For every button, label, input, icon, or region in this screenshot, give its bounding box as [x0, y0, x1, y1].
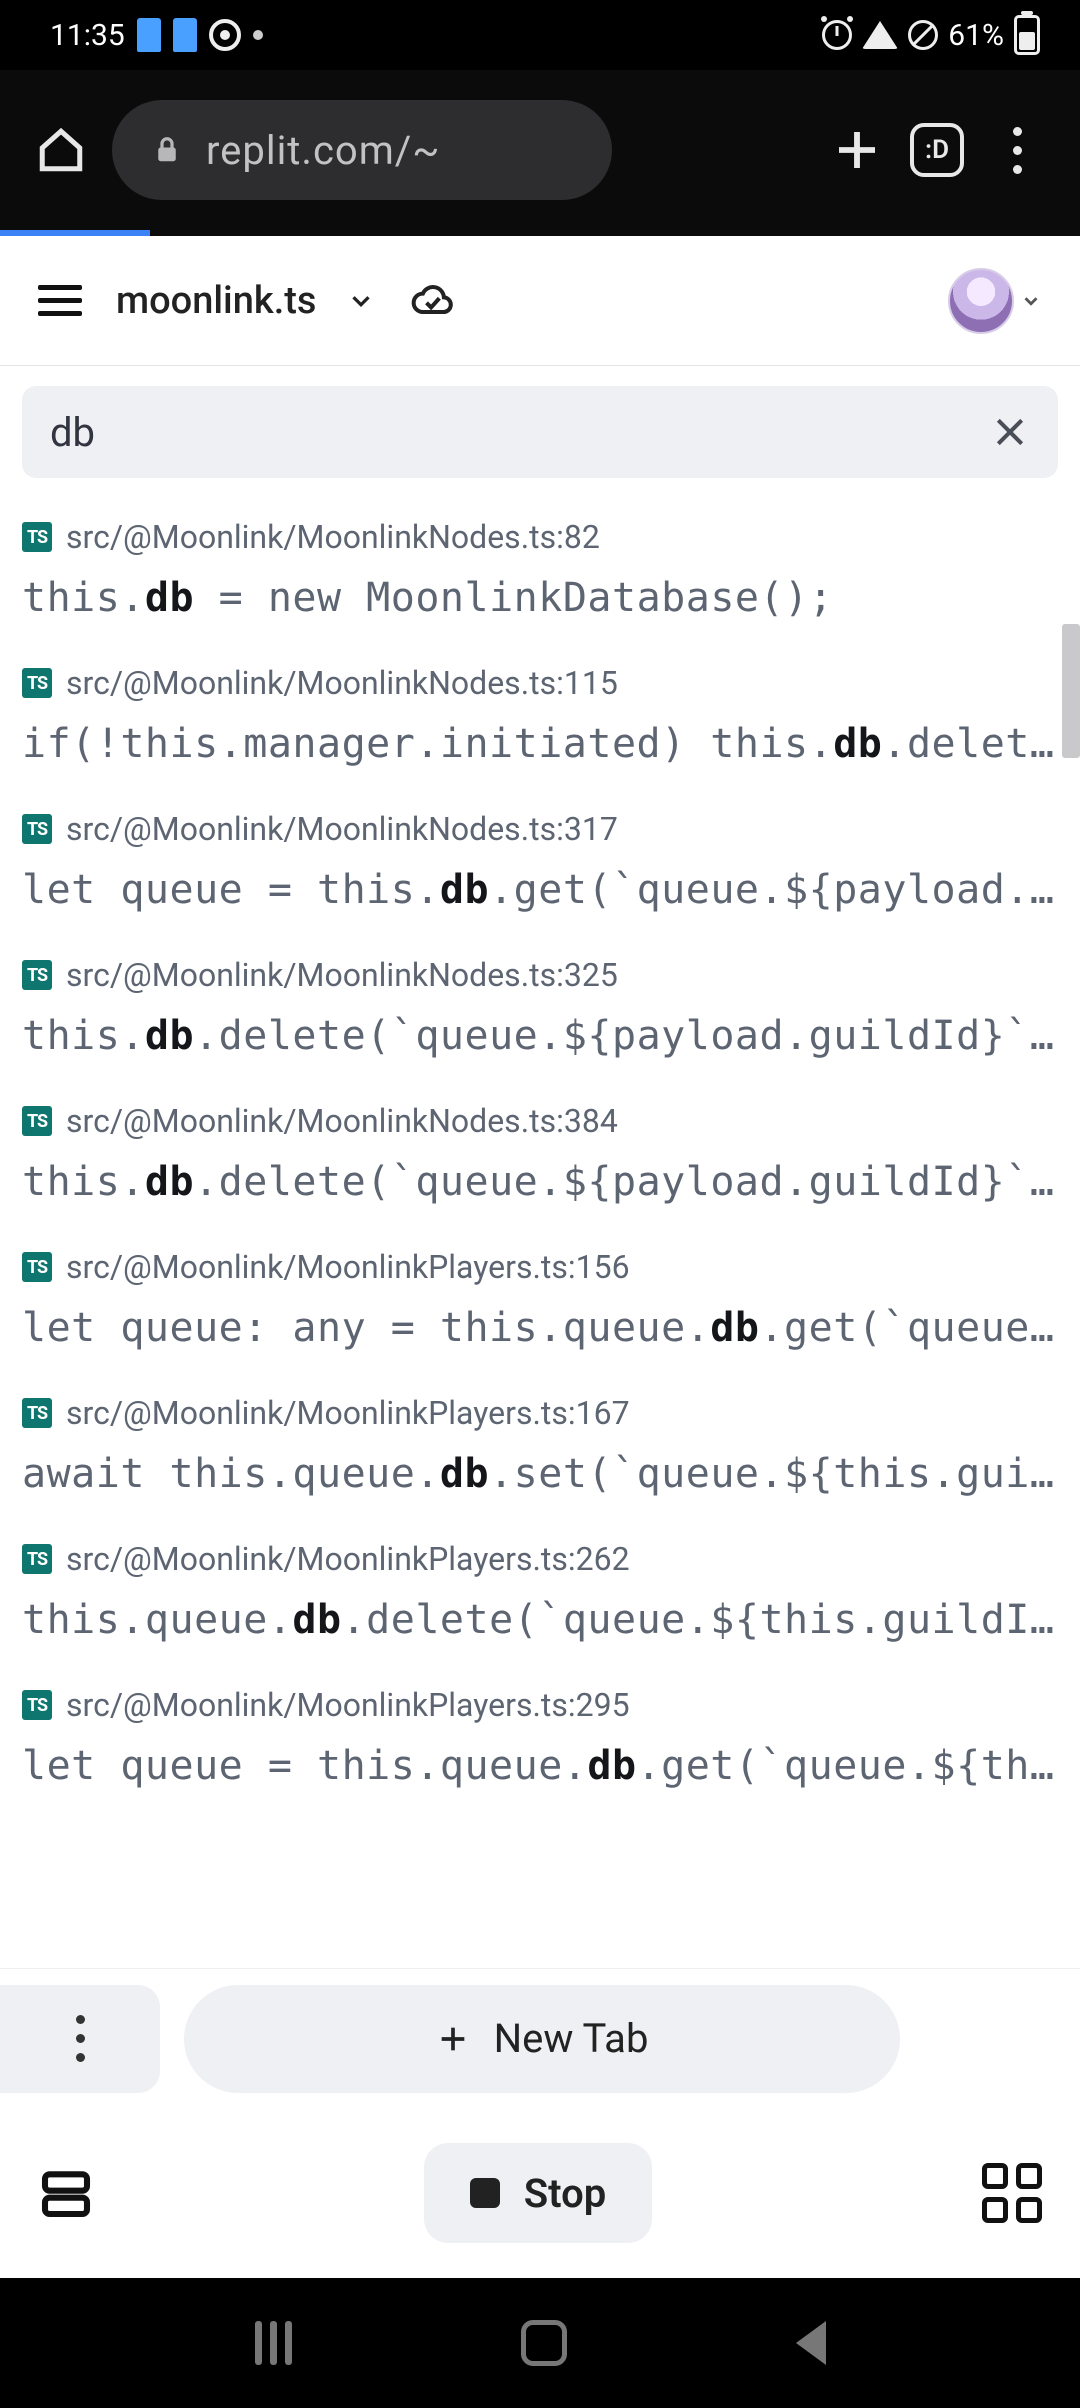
browser-toolbar: replit.com/~ :D [0, 70, 1080, 230]
app-indicator-icon [173, 18, 197, 52]
user-avatar[interactable] [948, 268, 1014, 334]
wifi-icon [862, 21, 898, 49]
browser-menu-button[interactable] [990, 123, 1044, 177]
search-result-item[interactable]: TS src/@Moonlink/MoonlinkNodes.ts:317 let … [22, 780, 1058, 926]
result-file-path: src/@Moonlink/MoonlinkPlayers.ts:156 [66, 1248, 630, 1286]
typescript-file-icon: TS [22, 1398, 52, 1428]
typescript-file-icon: TS [22, 1544, 52, 1574]
user-menu-chevron-icon[interactable] [1020, 290, 1042, 312]
result-file-path: src/@Moonlink/MoonlinkNodes.ts:317 [66, 810, 618, 848]
tabs-button[interactable]: :D [910, 123, 964, 177]
result-code-line: this.db.delete(`queue.${payload.guildId}… [22, 1010, 1058, 1062]
result-file-path: src/@Moonlink/MoonlinkPlayers.ts:167 [66, 1394, 630, 1432]
typescript-file-icon: TS [22, 1106, 52, 1136]
nav-home-button[interactable] [521, 2320, 567, 2366]
search-result-item[interactable]: TS src/@Moonlink/MoonlinkNodes.ts:325 this… [22, 926, 1058, 1072]
notification-dot-icon [253, 30, 263, 40]
result-file-path: src/@Moonlink/MoonlinkNodes.ts:325 [66, 956, 618, 994]
typescript-file-icon: TS [22, 1690, 52, 1720]
new-tab-label: New Tab [494, 2015, 649, 2062]
url-text: replit.com/~ [206, 127, 440, 174]
search-result-item[interactable]: TS src/@Moonlink/MoonlinkNodes.ts:82 this.… [22, 488, 1058, 634]
panels-button[interactable] [38, 2165, 94, 2221]
typescript-file-icon: TS [22, 960, 52, 990]
menu-button[interactable] [38, 285, 82, 316]
search-result-item[interactable]: TS src/@Moonlink/MoonlinkPlayers.ts:167 aw… [22, 1364, 1058, 1510]
result-code-line: let queue = this.db.get(`queue.${payload… [22, 864, 1058, 916]
result-file-path: src/@Moonlink/MoonlinkPlayers.ts:295 [66, 1686, 630, 1724]
url-bar[interactable]: replit.com/~ [112, 100, 612, 200]
search-query-text: db [50, 409, 990, 456]
result-code-line: let queue = this.queue.db.get(`queue.${t… [22, 1740, 1058, 1792]
search-input[interactable]: db [22, 386, 1058, 478]
editor-tab-bar: New Tab [0, 1968, 1080, 2108]
clear-search-button[interactable] [990, 412, 1030, 452]
battery-icon [1014, 15, 1040, 55]
lock-icon [152, 135, 182, 165]
app-indicator-icon [137, 18, 161, 52]
stop-label: Stop [524, 2170, 607, 2217]
current-file-name[interactable]: moonlink.ts [116, 279, 316, 323]
sync-status-icon[interactable] [410, 279, 454, 323]
alarm-icon [822, 20, 852, 50]
status-time: 11:35 [50, 18, 125, 53]
new-tab-button[interactable]: New Tab [184, 1985, 900, 2093]
new-tab-button[interactable] [830, 123, 884, 177]
scrollbar-thumb[interactable] [1062, 624, 1080, 758]
chrome-icon [209, 19, 241, 51]
editor-header: moonlink.ts [0, 236, 1080, 366]
battery-percent: 61% [948, 18, 1004, 53]
result-file-path: src/@Moonlink/MoonlinkNodes.ts:384 [66, 1102, 618, 1140]
typescript-file-icon: TS [22, 814, 52, 844]
result-file-path: src/@Moonlink/MoonlinkNodes.ts:82 [66, 518, 600, 556]
result-code-line: if(!this.manager.initiated) this.db.dele… [22, 718, 1058, 770]
nav-recents-button[interactable] [255, 2321, 292, 2365]
layout-grid-button[interactable] [982, 2163, 1042, 2223]
tab-options-button[interactable] [0, 1985, 160, 2093]
stop-button[interactable]: Stop [424, 2143, 653, 2243]
typescript-file-icon: TS [22, 668, 52, 698]
result-code-line: this.queue.db.delete(`queue.${this.guild… [22, 1594, 1058, 1646]
nav-back-button[interactable] [796, 2321, 826, 2365]
search-result-item[interactable]: TS src/@Moonlink/MoonlinkPlayers.ts:262 th… [22, 1510, 1058, 1656]
android-status-bar: 11:35 61% [0, 0, 1080, 70]
result-file-path: src/@Moonlink/MoonlinkNodes.ts:115 [66, 664, 618, 702]
typescript-file-icon: TS [22, 522, 52, 552]
search-result-item[interactable]: TS src/@Moonlink/MoonlinkPlayers.ts:295 le… [22, 1656, 1058, 1802]
search-result-item[interactable]: TS src/@Moonlink/MoonlinkNodes.ts:115 if(!… [22, 634, 1058, 780]
do-not-disturb-icon [908, 20, 938, 50]
result-code-line: await this.queue.db.set(`queue.${this.gu… [22, 1448, 1058, 1500]
result-code-line: this.db = new MoonlinkDatabase(); [22, 572, 1058, 624]
home-button[interactable] [36, 125, 86, 175]
search-results[interactable]: TS src/@Moonlink/MoonlinkNodes.ts:82 this.… [0, 478, 1080, 1968]
search-result-item[interactable]: TS src/@Moonlink/MoonlinkPlayers.ts:156 le… [22, 1218, 1058, 1364]
android-nav-bar [0, 2278, 1080, 2408]
typescript-file-icon: TS [22, 1252, 52, 1282]
result-code-line: this.db.delete(`queue.${payload.guildId}… [22, 1156, 1058, 1208]
result-code-line: let queue: any = this.queue.db.get(`queu… [22, 1302, 1058, 1354]
result-file-path: src/@Moonlink/MoonlinkPlayers.ts:262 [66, 1540, 630, 1578]
search-result-item[interactable]: TS src/@Moonlink/MoonlinkNodes.ts:384 this… [22, 1072, 1058, 1218]
stop-icon [470, 2178, 500, 2208]
run-controls: Stop [0, 2108, 1080, 2278]
file-dropdown-button[interactable] [346, 286, 376, 316]
